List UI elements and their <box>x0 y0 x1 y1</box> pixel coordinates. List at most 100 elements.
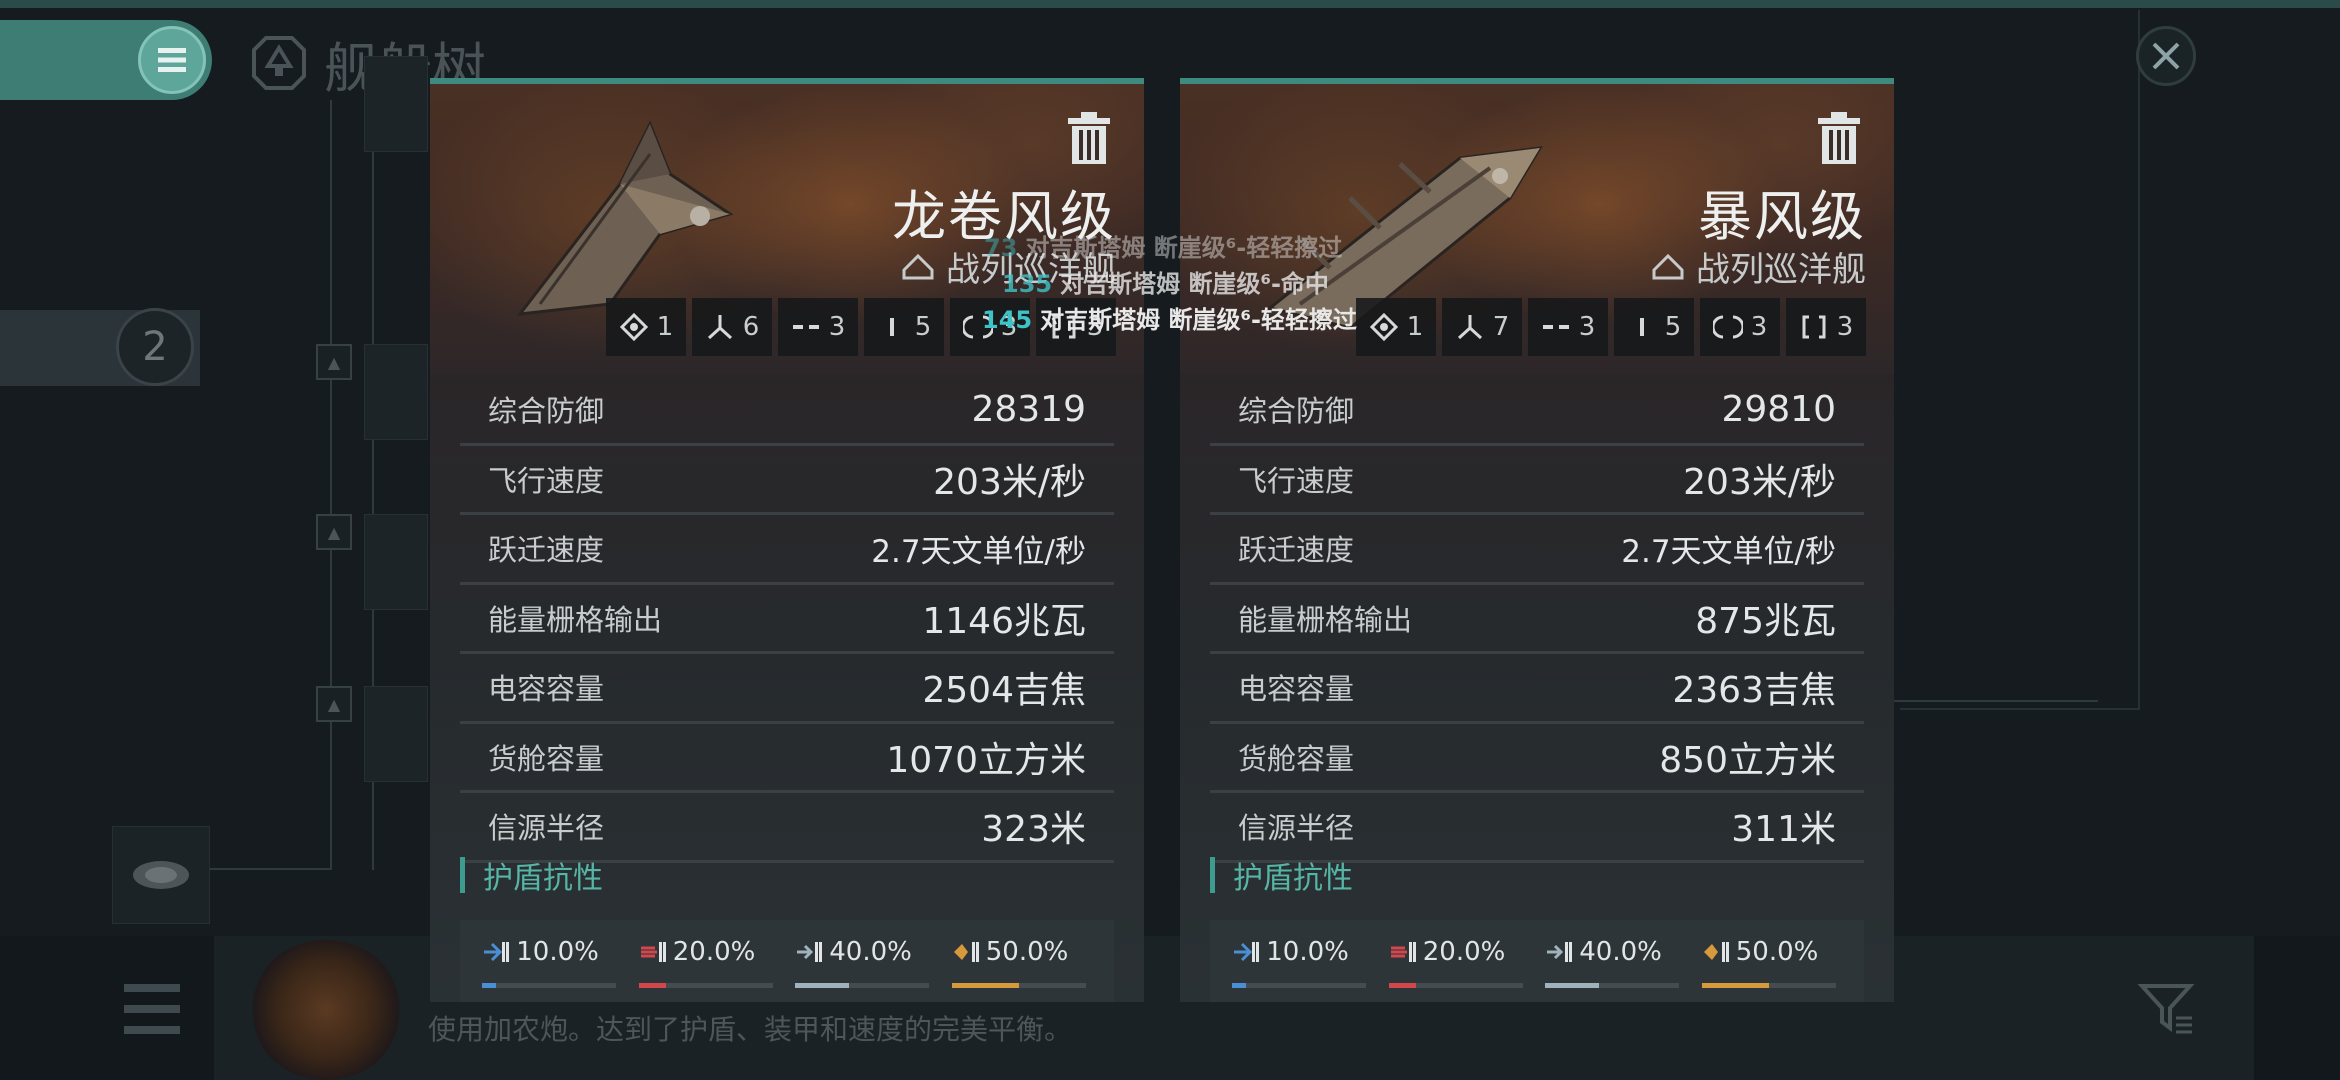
close-button[interactable] <box>2136 26 2196 86</box>
turret-slot: 7 <box>1442 298 1522 356</box>
tree-line <box>210 868 330 870</box>
combat-log-entry: 135 对吉斯塔姆 断崖级⁶-命中 <box>1002 270 1329 298</box>
tree-frame <box>1900 10 2140 710</box>
resist-bar <box>638 983 666 988</box>
ship-tree-background: 舰船树 2 ▲ ▲ ▲ 使用加农炮。达到了护盾、装甲和速度的完美平衡。 <box>0 0 2340 1080</box>
resist-bar <box>1232 983 1246 988</box>
tree-ship-thumbnail[interactable] <box>364 56 428 152</box>
resist-bar <box>1545 983 1599 988</box>
turret-slot: 6 <box>692 298 772 356</box>
resist-bar <box>482 983 496 988</box>
menu-pill <box>0 20 212 100</box>
mid-slot: 3 <box>778 298 858 356</box>
ship-tree-icon <box>252 36 306 90</box>
turret-hardpoint-icon <box>707 315 732 340</box>
tree-ship-thumbnail[interactable] <box>364 514 428 610</box>
ship-compare-card: 暴风级 战列巡洋舰 1 7 3 5 3 3 综合防御 29810 飞行速度 20… <box>1180 78 1894 1002</box>
explosive-resist-icon <box>953 942 979 962</box>
ship-description: 使用加农炮。达到了护盾、装甲和速度的完美平衡。 <box>428 1014 1073 1045</box>
stat-row-defense: 综合防御 28319 <box>460 376 1114 446</box>
resist-bar <box>1388 983 1416 988</box>
low-slot-icon <box>1639 318 1644 336</box>
combat-log-entry: 73 对吉斯塔姆 断崖级⁶-轻轻擦过 <box>984 234 1343 262</box>
stat-row-speed: 飞行速度 203米/秒 <box>1210 446 1864 515</box>
class-icon <box>902 253 934 280</box>
kinetic-resist-icon <box>1547 942 1573 962</box>
trash-icon <box>1818 112 1860 164</box>
remove-ship-button[interactable] <box>1066 112 1112 166</box>
trash-icon <box>1068 112 1110 164</box>
resist-bar <box>951 983 1019 988</box>
stat-row-powergrid: 能量栅格输出 875兆瓦 <box>1210 585 1864 654</box>
tree-ship-thumbnail[interactable] <box>364 686 428 782</box>
hamburger-icon <box>158 48 186 72</box>
class-icon <box>1652 253 1684 280</box>
resist-em: 10.0% <box>1232 934 1372 994</box>
resist-thermal: 20.0% <box>1388 934 1529 994</box>
resist-bar <box>1701 983 1769 988</box>
mid-slot-icon <box>792 325 819 329</box>
tree-node[interactable]: ▲ <box>316 686 352 722</box>
resist-kinetic: 40.0% <box>1545 934 1685 994</box>
main-menu-button[interactable] <box>138 26 206 94</box>
high-slot-icon <box>619 312 648 342</box>
low-slot: 5 <box>1614 298 1694 356</box>
stat-row-defense: 综合防御 29810 <box>1210 376 1864 446</box>
ship-emblem-image <box>250 940 402 1080</box>
close-icon <box>2152 42 2180 70</box>
subsystem-slot: 3 <box>1786 298 1866 356</box>
stat-row-cargo: 货舱容量 850立方米 <box>1210 724 1864 793</box>
low-slot: 5 <box>864 298 944 356</box>
resist-bar <box>795 983 849 988</box>
explosive-resist-icon <box>1703 942 1729 962</box>
rig-slot-icon <box>1712 315 1743 339</box>
resist-kinetic: 40.0% <box>795 934 935 994</box>
mid-slot-icon <box>1542 325 1569 329</box>
rig-slot: 3 <box>1700 298 1780 356</box>
filter-icon[interactable] <box>2136 978 2196 1038</box>
ship-class: 战列巡洋舰 <box>1650 242 1866 290</box>
stat-row-warp: 跃迁速度 2.7天文单位/秒 <box>1210 515 1864 585</box>
remove-ship-button[interactable] <box>1816 112 1862 166</box>
thermal-resist-icon <box>640 942 666 962</box>
thermal-resist-icon <box>1390 942 1416 962</box>
resist-em: 10.0% <box>482 934 622 994</box>
ship-name: 暴风级 <box>1698 185 1866 248</box>
stat-table: 综合防御 28319 飞行速度 203米/秒 跃迁速度 2.7天文单位/秒 能量栅格输… <box>460 376 1114 863</box>
tree-node[interactable]: ▲ <box>316 514 352 550</box>
tree-line <box>330 100 332 870</box>
turret-hardpoint-icon <box>1457 315 1482 340</box>
stat-row-capacitor: 电容容量 2504吉焦 <box>460 654 1114 724</box>
ship-class-label: 战列巡洋舰 <box>1696 249 1866 290</box>
shield-resist-heading: 护盾抗性 <box>1210 854 1353 896</box>
em-resist-icon <box>1234 942 1260 962</box>
shield-resist-heading: 护盾抗性 <box>460 854 603 896</box>
em-resist-icon <box>484 942 510 962</box>
slot-summary: 1 7 3 5 3 3 <box>1356 298 1866 356</box>
resist-strip: 10.0% 20.0% 40.0% 50.0% <box>460 920 1114 1002</box>
combat-log-entry: 145 对吉斯塔姆 断崖级⁶-轻轻擦过 <box>982 306 1357 334</box>
resist-strip: 10.0% 20.0% 40.0% 50.0% <box>1210 920 1864 1002</box>
resist-thermal: 20.0% <box>638 934 779 994</box>
stat-row-warp: 跃迁速度 2.7天文单位/秒 <box>460 515 1114 585</box>
high-slot: 1 <box>606 298 686 356</box>
mid-slot: 3 <box>1528 298 1608 356</box>
resist-explosive: 50.0% <box>1701 934 1842 994</box>
stat-row-speed: 飞行速度 203米/秒 <box>460 446 1114 515</box>
stat-row-powergrid: 能量栅格输出 1146兆瓦 <box>460 585 1114 654</box>
kinetic-resist-icon <box>797 942 823 962</box>
tree-node[interactable]: ▲ <box>316 344 352 380</box>
stat-table: 综合防御 29810 飞行速度 203米/秒 跃迁速度 2.7天文单位/秒 能量栅格输… <box>1210 376 1864 863</box>
list-icon[interactable] <box>120 980 184 1038</box>
stat-row-cargo: 货舱容量 1070立方米 <box>460 724 1114 793</box>
resist-explosive: 50.0% <box>951 934 1092 994</box>
ship-icon <box>133 861 189 889</box>
low-slot-icon <box>889 318 894 336</box>
ship-compare-card: 龙卷风级 战列巡洋舰 1 6 3 5 3 3 综合防御 28319 飞行速度 2… <box>430 78 1144 1002</box>
combat-log: 73 对吉斯塔姆 断崖级⁶-轻轻擦过 135 对吉斯塔姆 断崖级⁶-命中 145 对吉… <box>980 228 1420 338</box>
tree-ship-thumbnail[interactable] <box>364 344 428 440</box>
stat-row-capacitor: 电容容量 2363吉焦 <box>1210 654 1864 724</box>
tree-ship-thumbnail[interactable] <box>112 826 210 924</box>
subsystem-slot-icon <box>1802 315 1826 339</box>
tier-badge: 2 <box>116 308 194 386</box>
